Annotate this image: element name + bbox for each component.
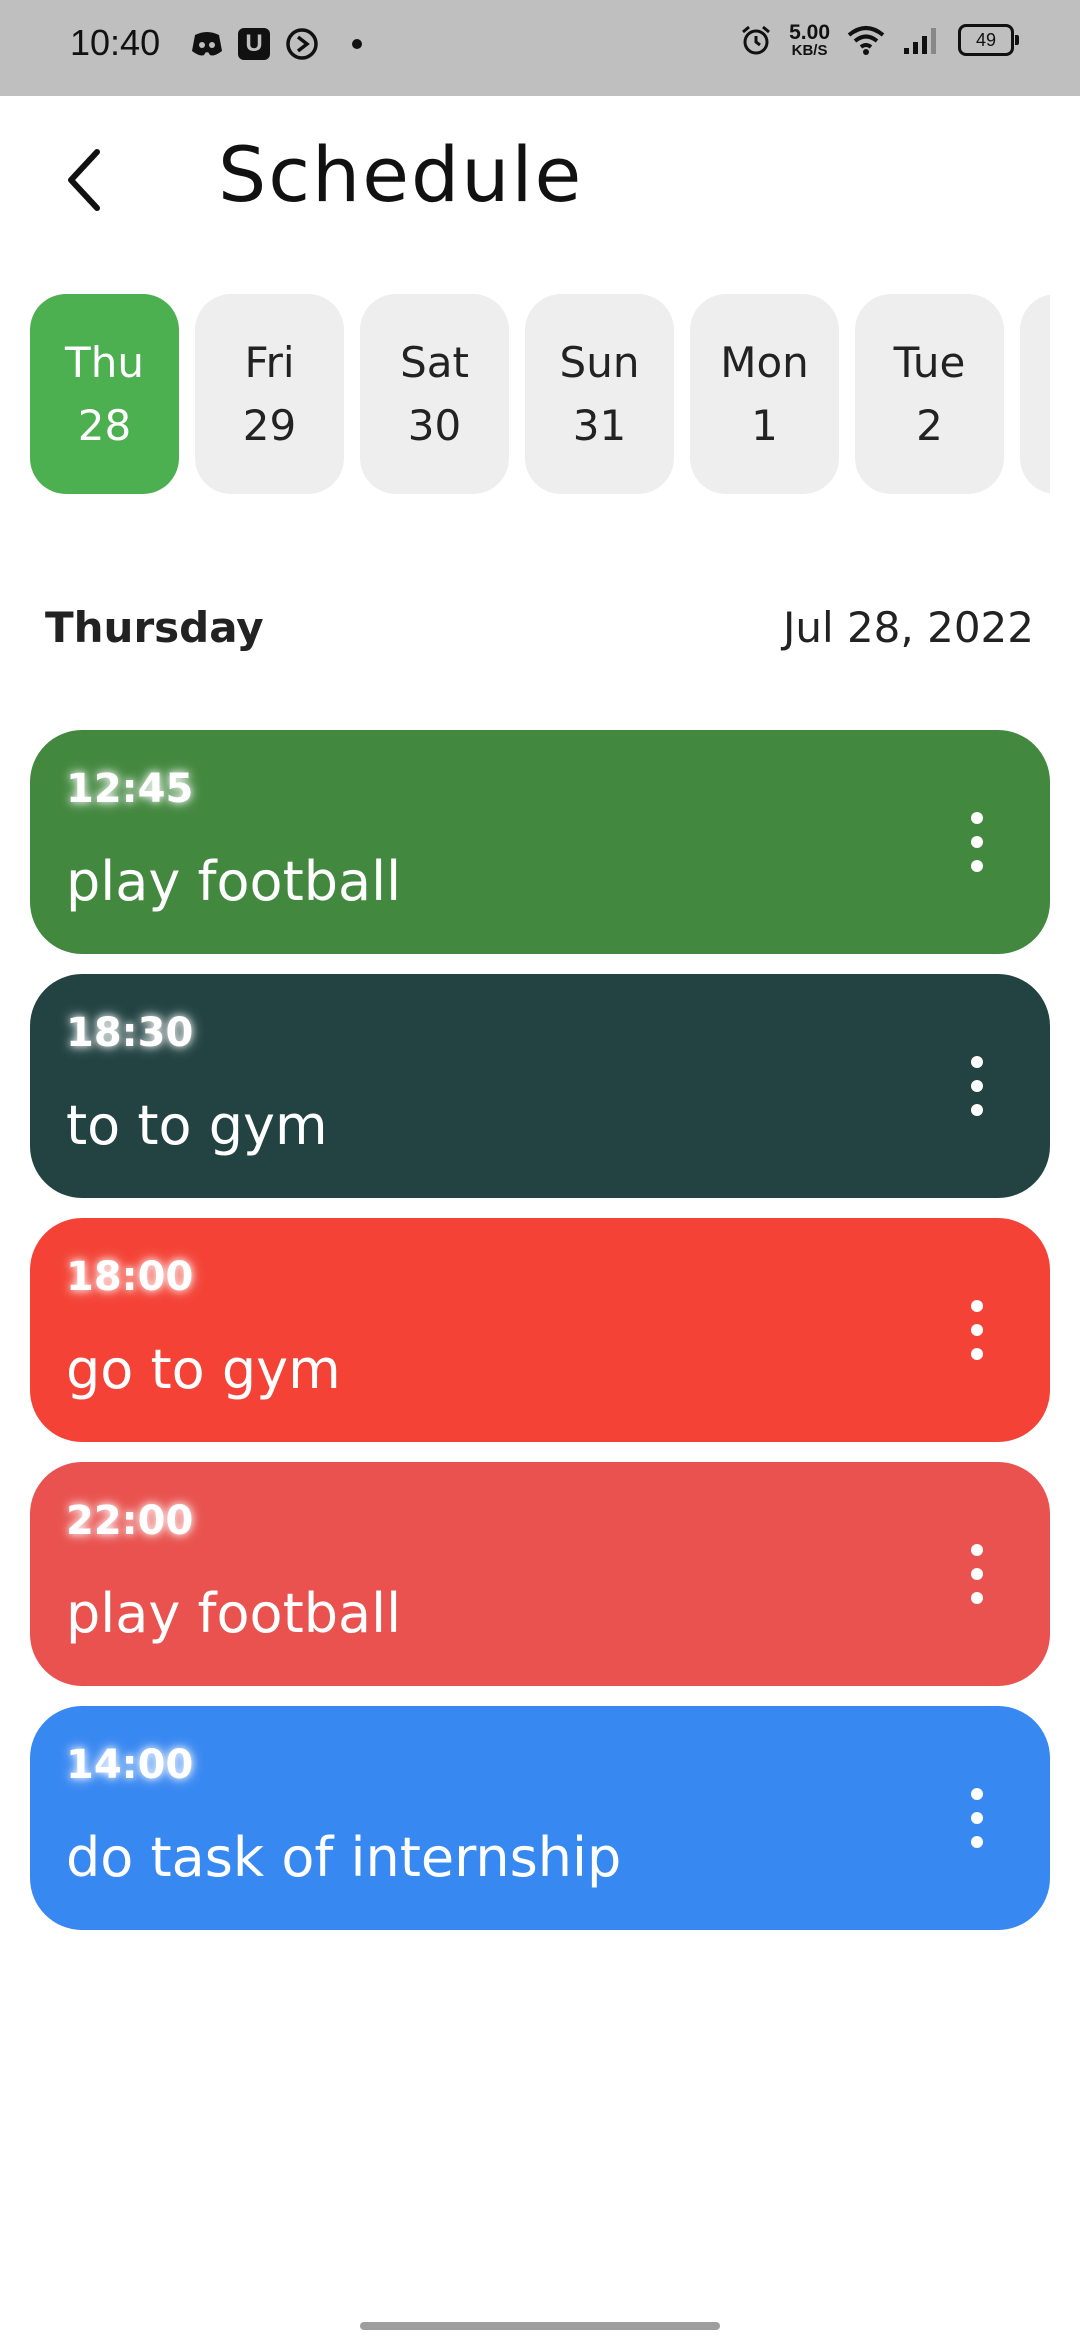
status-system-icons: 5.00 KB/S 49 [739,21,1019,59]
status-notification-icons: U [190,26,362,62]
task-title: do task of internship [66,1826,622,1889]
task-title: play football [66,1582,402,1645]
page-title: Schedule [218,130,584,219]
task-title: to to gym [66,1094,328,1157]
date-chip-number: 31 [572,401,627,450]
menu-dot [971,860,983,872]
date-chip[interactable]: Thu 28 [30,294,179,494]
play-circle-icon [286,28,318,60]
menu-dot [971,1812,983,1824]
discord-icon [192,32,222,56]
date-chip[interactable]: Mon 1 [690,294,839,494]
task-card[interactable]: 14:00 do task of internship [30,1706,1050,1930]
task-card[interactable]: 18:30 to to gym [30,974,1050,1198]
chevron-left-icon [68,149,100,211]
date-chip[interactable]: Fri 29 [195,294,344,494]
more-vert-icon[interactable] [962,1056,992,1116]
menu-dot [971,1592,983,1604]
task-list: 12:45 play football 18:30 to to gym 18:00 go … [30,730,1050,1950]
task-card[interactable]: 18:00 go to gym [30,1218,1050,1442]
date-chip[interactable]: Sun 31 [525,294,674,494]
more-vert-icon[interactable] [962,812,992,872]
signal-icon [904,28,936,54]
task-title: go to gym [66,1338,341,1401]
menu-dot [971,812,983,824]
status-time: 10:40 [70,22,161,63]
more-vert-icon[interactable] [962,1788,992,1848]
wifi-icon [847,26,885,55]
alarm-icon [742,25,771,55]
date-chip-number: 29 [242,401,297,450]
date-picker-strip[interactable]: Thu 28 Fri 29 Sat 30 Sun 31 Mon 1 Tue 2 Wed3 [30,294,1050,494]
date-chip[interactable]: Wed3 [1020,294,1050,494]
u-app-icon: U [238,28,270,60]
date-chip-day: Tue [893,338,966,387]
more-vert-icon[interactable] [962,1544,992,1604]
task-card[interactable]: 22:00 play football [30,1462,1050,1686]
date-chip-number: 30 [407,401,462,450]
task-time: 18:00 [66,1254,194,1300]
menu-dot [971,1056,983,1068]
battery-indicator: 49 [958,24,1019,56]
more-vert-icon[interactable] [962,1300,992,1360]
menu-dot [971,1348,983,1360]
date-chip[interactable]: Sat 30 [360,294,509,494]
date-chip-day: Thu [65,338,144,387]
menu-dot [971,836,983,848]
task-title: play football [66,850,402,913]
task-card[interactable]: 12:45 play football [30,730,1050,954]
menu-dot [971,1080,983,1092]
date-row: Thu 28 Fri 29 Sat 30 Sun 31 Mon 1 Tue 2 Wed3 [30,294,1050,494]
task-time: 22:00 [66,1498,194,1544]
menu-dot [971,1544,983,1556]
network-speed: 5.00 KB/S [789,21,830,59]
menu-dot [971,1836,983,1848]
date-chip[interactable]: Tue 2 [855,294,1004,494]
date-chip-day: Sat [400,338,469,387]
home-indicator[interactable] [360,2322,720,2330]
date-chip-number: 28 [77,401,132,450]
menu-dot [971,1788,983,1800]
menu-dot [971,1300,983,1312]
date-chip-day: Mon [720,338,809,387]
back-button[interactable] [50,140,120,220]
task-time: 12:45 [66,766,194,812]
task-time: 18:30 [66,1010,194,1056]
task-time: 14:00 [66,1742,194,1788]
status-bar: 10:40 U 5.00 KB/S 49 [0,0,1080,96]
date-chip-number: 1 [751,401,778,450]
date-chip-number: 2 [916,401,943,450]
notification-dot [352,39,362,49]
menu-dot [971,1568,983,1580]
selected-full-date: Jul 28, 2022 [782,603,1034,652]
selected-weekday: Thursday [45,603,264,652]
menu-dot [971,1104,983,1116]
menu-dot [971,1324,983,1336]
date-chip-day: Sun [559,338,640,387]
date-chip-day: Fri [244,338,295,387]
date-chip-day: Wed [1049,331,1050,394]
